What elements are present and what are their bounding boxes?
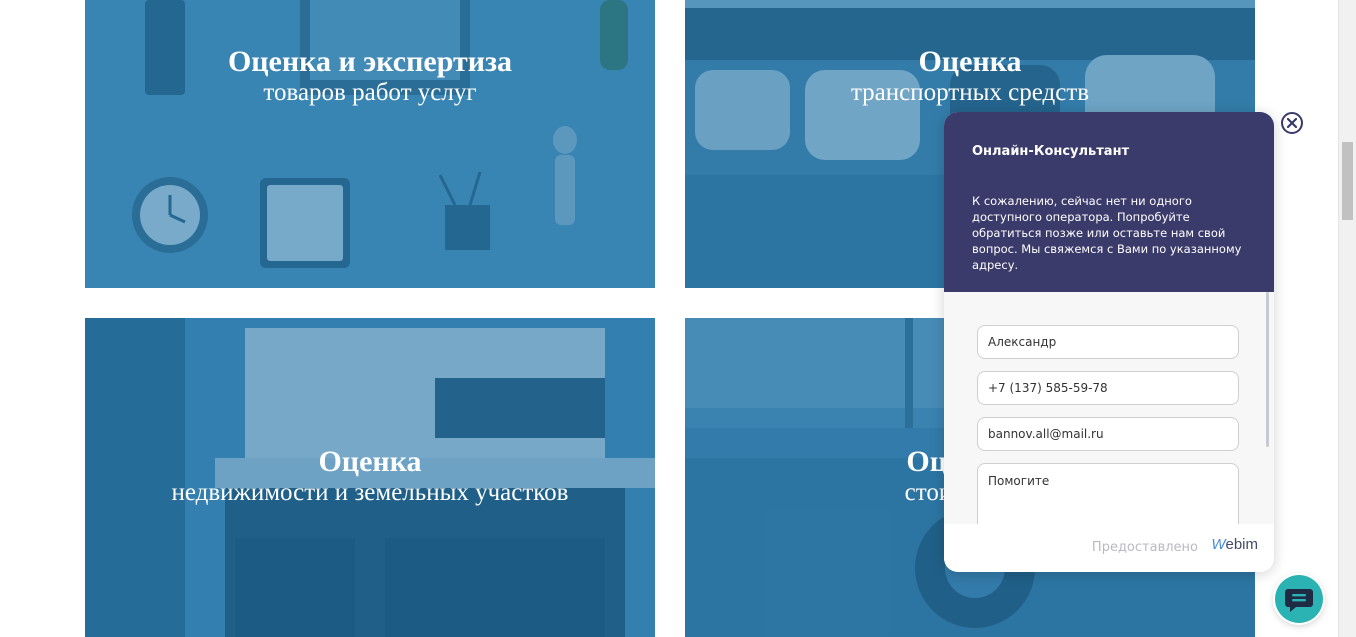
tile-title: Оценка и экспертиза: [227, 45, 513, 78]
tile-subtitle: товаров работ услуг: [263, 79, 477, 106]
page-scrollbar[interactable]: [1338, 0, 1356, 637]
chat-footer: Предоставлено Webim: [944, 524, 1274, 572]
tile-subtitle: транспортных средств: [850, 79, 1090, 106]
chat-widget: Онлайн-Консультант К сожалению, сейчас н…: [944, 112, 1274, 572]
chat-scrollbar[interactable]: [1266, 292, 1269, 447]
tile-title: Оценка: [318, 445, 422, 478]
chat-title: Онлайн-Консультант: [972, 144, 1130, 159]
tile-title: Оценка: [918, 45, 1022, 78]
chat-launcher-button[interactable]: [1275, 575, 1323, 623]
close-chat-button[interactable]: [1281, 112, 1303, 134]
tile-overlay: [85, 0, 655, 288]
name-field[interactable]: [977, 325, 1239, 359]
chat-bubble-icon: [1285, 589, 1313, 612]
page-scrollbar-thumb[interactable]: [1342, 142, 1353, 220]
webim-logo-text: ebim: [1225, 536, 1258, 553]
phone-field[interactable]: [977, 371, 1239, 405]
chat-header: Онлайн-Консультант К сожалению, сейчас н…: [944, 112, 1274, 292]
service-tile-goods[interactable]: Оценка и экспертиза товаров работ услуг: [85, 0, 655, 288]
tile-caption: Оценка недвижимости и земельных участков: [85, 446, 655, 508]
email-field[interactable]: [977, 417, 1239, 451]
tile-caption: Оценка транспортных средств: [685, 46, 1255, 108]
webim-logo[interactable]: Webim: [1211, 536, 1258, 553]
powered-by-label: Предоставлено: [1091, 540, 1198, 555]
close-icon: [1287, 118, 1297, 128]
tile-caption: Оценка и экспертиза товаров работ услуг: [85, 46, 655, 108]
service-tile-real-estate[interactable]: Оценка недвижимости и земельных участков: [85, 318, 655, 637]
tile-subtitle: недвижимости и земельных участков: [171, 479, 569, 506]
webim-logo-w: W: [1211, 536, 1226, 553]
chat-offline-message: К сожалению, сейчас нет ни одного доступ…: [972, 194, 1242, 272]
